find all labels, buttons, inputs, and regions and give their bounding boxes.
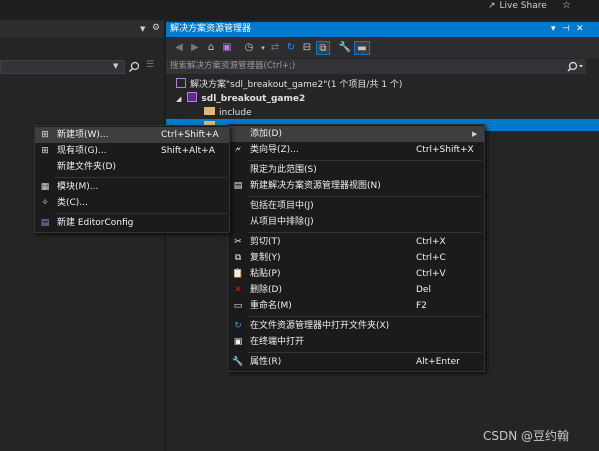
- left-panel: [0, 20, 164, 451]
- menu-divider: [248, 160, 482, 161]
- solution-explorer-title-bar: 解决方案资源管理器: [166, 22, 599, 37]
- back-icon[interactable]: ◀: [172, 41, 186, 55]
- menu-divider: [248, 316, 482, 317]
- module-icon: ▦: [40, 182, 50, 192]
- menu-divider: [248, 352, 482, 353]
- delete-icon: ✕: [234, 285, 242, 295]
- folder-label: include: [219, 108, 252, 118]
- chevron-right-icon: ▶: [472, 130, 478, 138]
- properties-wrench-icon[interactable]: 🔧: [338, 41, 352, 55]
- live-share-icon: ↗: [488, 1, 496, 11]
- menu-divider: [55, 177, 227, 178]
- menu-item-new-view[interactable]: ▤ 新建解决方案资源管理器视图(N): [228, 178, 484, 194]
- cut-icon: ✂: [234, 237, 242, 247]
- solution-label: 解决方案"sdl_breakout_game2"(1 个项目/共 1 个): [190, 80, 403, 90]
- chevron-down-icon[interactable]: ▼: [113, 62, 118, 70]
- preview-icon[interactable]: ▬: [354, 41, 370, 55]
- menu-item-delete[interactable]: ✕ 删除(D) Del: [228, 282, 484, 298]
- solution-icon: [176, 78, 186, 88]
- menu-item-class-wizard[interactable]: 🗲 类向导(Z)... Ctrl+Shift+X: [228, 142, 484, 158]
- tree-row-project[interactable]: ◢ sdl_breakout_game2: [176, 92, 305, 106]
- class-icon: ✧: [41, 198, 49, 208]
- menu-item-add[interactable]: 添加(D) ▶: [228, 126, 484, 142]
- new-view-icon: ▤: [233, 181, 243, 191]
- search-icon[interactable]: [566, 59, 586, 74]
- add-submenu: ⊞ 新建项(W)... Ctrl+Shift+A ⊞ 现有项(G)... Shi…: [34, 125, 230, 233]
- paste-icon: 📋: [232, 269, 244, 279]
- menu-item-cut[interactable]: ✂ 剪切(T) Ctrl+X: [228, 234, 484, 250]
- sync-icon[interactable]: ⇄: [268, 41, 282, 55]
- submenu-item-module[interactable]: ▦ 模块(M)...: [35, 179, 229, 195]
- menu-divider: [248, 232, 482, 233]
- menu-item-rename[interactable]: ▭ 重命名(M) F2: [228, 298, 484, 314]
- menu-item-copy[interactable]: ⧉ 复制(Y) Ctrl+C: [228, 250, 484, 266]
- menu-item-open-in-explorer[interactable]: ↻ 在文件资源管理器中打开文件夹(X): [228, 318, 484, 334]
- switch-views-icon[interactable]: ▣: [220, 41, 234, 55]
- chevron-down-icon[interactable]: ▼: [140, 25, 148, 33]
- new-item-icon: ⊞: [41, 130, 49, 140]
- pin-icon[interactable]: ⊣: [562, 22, 570, 37]
- pending-changes-icon[interactable]: ◷: [242, 41, 256, 55]
- live-share-label: Live Share: [499, 1, 547, 11]
- menu-item-properties[interactable]: 🔧 属性(R) Alt+Enter: [228, 354, 484, 370]
- context-menu: 添加(D) ▶ 🗲 类向导(Z)... Ctrl+Shift+X 限定为此范围(…: [227, 124, 485, 372]
- menu-item-include-in-project[interactable]: 包括在项目中(J): [228, 198, 484, 214]
- rename-icon: ▭: [233, 301, 243, 311]
- open-folder-icon: ↻: [234, 321, 242, 331]
- existing-item-icon: ⊞: [41, 146, 49, 156]
- search-icon[interactable]: [128, 60, 140, 74]
- properties-icon: 🔧: [232, 357, 244, 367]
- solution-explorer-toolbar: ◀ ▶ ⌂ ▣ ◷ ▾ ⇄ ↻ ⊟ ⧉ 🔧 ▬: [166, 38, 599, 58]
- menu-divider: [248, 196, 482, 197]
- menu-item-open-in-terminal[interactable]: ▣ 在终端中打开: [228, 334, 484, 350]
- window-position-button[interactable]: ▾: [551, 22, 556, 37]
- watermark: CSDN @豆约翰: [483, 429, 570, 443]
- home-icon[interactable]: ⌂: [204, 41, 218, 55]
- project-icon: [187, 92, 198, 102]
- expand-arrow-icon: ◢: [176, 95, 182, 103]
- submenu-item-new-folder[interactable]: 新建文件夹(D): [35, 159, 229, 175]
- class-wizard-icon: 🗲: [235, 145, 241, 155]
- options-icon[interactable]: ☰: [146, 60, 158, 74]
- tree-row-include[interactable]: include: [204, 106, 252, 120]
- submenu-item-new-item[interactable]: ⊞ 新建项(W)... Ctrl+Shift+A: [35, 127, 229, 143]
- editorconfig-icon: ▤: [40, 218, 50, 228]
- terminal-icon: ▣: [233, 337, 243, 347]
- close-icon[interactable]: ✕: [576, 22, 584, 37]
- left-search-input[interactable]: [0, 60, 125, 74]
- copy-icon: ⧉: [234, 253, 242, 263]
- menu-item-exclude-from-project[interactable]: 从项目中排除(J): [228, 214, 484, 230]
- forward-icon[interactable]: ▶: [188, 41, 202, 55]
- menu-item-scope-to-this[interactable]: 限定为此范围(S): [228, 162, 484, 178]
- menu-divider: [55, 213, 227, 214]
- folder-icon: [204, 107, 215, 115]
- show-all-files-icon[interactable]: ⧉: [316, 41, 330, 55]
- submenu-item-editorconfig[interactable]: ▤ 新建 EditorConfig: [35, 215, 229, 231]
- live-share-button[interactable]: ↗ Live Share: [488, 0, 547, 12]
- feedback-icon[interactable]: ☆: [562, 0, 574, 12]
- solution-explorer-title: 解决方案资源管理器: [170, 24, 252, 34]
- project-label: sdl_breakout_game2: [201, 94, 306, 104]
- gear-icon[interactable]: ⚙: [152, 23, 162, 33]
- solution-explorer-search-input[interactable]: 搜索解决方案资源管理器(Ctrl+;): [166, 59, 586, 74]
- submenu-item-existing-item[interactable]: ⊞ 现有项(G)... Shift+Alt+A: [35, 143, 229, 159]
- tree-row-solution[interactable]: 解决方案"sdl_breakout_game2"(1 个项目/共 1 个): [176, 78, 402, 92]
- submenu-item-class[interactable]: ✧ 类(C)...: [35, 195, 229, 211]
- menu-item-paste[interactable]: 📋 粘贴(P) Ctrl+V: [228, 266, 484, 282]
- refresh-icon[interactable]: ↻: [284, 41, 298, 55]
- collapse-all-icon[interactable]: ⊟: [300, 41, 314, 55]
